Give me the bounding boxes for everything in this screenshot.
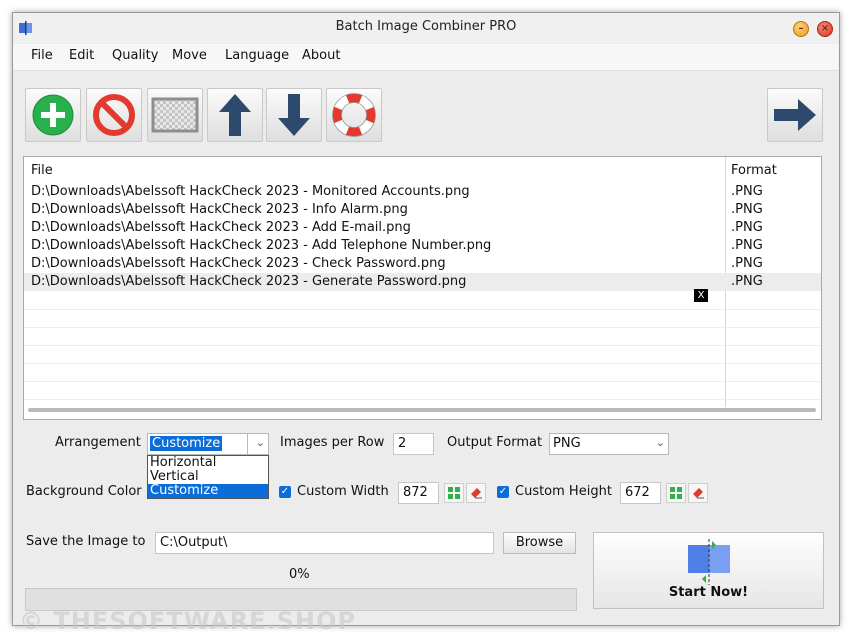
list-item[interactable]: D:\Downloads\Abelssoft HackCheck 2023 - … [24,219,821,237]
background-color-label: Background Color [26,484,142,499]
option-customize[interactable]: Customize [148,484,268,498]
start-button[interactable]: Start Now! [593,532,824,609]
next-button[interactable] [767,88,823,142]
output-format-label: Output Format [447,435,543,450]
file-list[interactable]: File Format D:\Downloads\Abelssoft HackC… [23,156,822,420]
remove-icon [93,94,135,136]
arrangement-value: Customize [150,436,223,451]
images-per-row-input[interactable]: 2 [393,433,434,455]
progress-percent: 0% [289,567,310,582]
custom-width-input[interactable]: 872 [398,482,439,504]
custom-height-checkbox[interactable]: ✓ [497,486,509,498]
row-gridline [24,327,821,328]
add-icon [32,94,74,136]
custom-width-value: 872 [403,485,428,500]
eraser-icon [471,488,482,499]
eraser-height-button[interactable] [688,483,708,503]
custom-width-checkbox[interactable]: ✓ [279,486,291,498]
file-format: .PNG [731,274,763,289]
column-header-file[interactable]: File [31,163,53,178]
help-button[interactable] [326,88,382,142]
images-per-row-label: Images per Row [280,435,385,450]
horizontal-scrollbar[interactable] [28,408,816,412]
add-button[interactable] [25,88,81,142]
menu-file[interactable]: File [31,48,53,63]
images-per-row-value: 2 [398,436,407,451]
file-path: D:\Downloads\Abelssoft HackCheck 2023 - … [31,202,408,217]
grid-icon [448,487,460,499]
title-bar: Batch Image Combiner PRO – × [13,13,839,43]
arrow-right-icon [774,99,816,131]
menu-bar: File Edit Quality Move Language About [13,44,839,71]
remove-button[interactable] [86,88,142,142]
grid-icon [670,487,682,499]
menu-move[interactable]: Move [172,48,207,63]
list-item[interactable]: D:\Downloads\Abelssoft HackCheck 2023 - … [24,255,821,273]
custom-height-label: Custom Height [515,484,612,499]
file-path: D:\Downloads\Abelssoft HackCheck 2023 - … [31,220,411,235]
eraser-icon [693,488,704,499]
grid-width-button[interactable] [444,483,464,503]
file-format: .PNG [731,238,763,253]
row-gridline [24,399,821,400]
lifebuoy-icon [332,93,376,137]
combine-icon [688,539,730,585]
custom-width-label: Custom Width [297,484,389,499]
save-path-value: C:\Output\ [160,535,228,550]
menu-edit[interactable]: Edit [69,48,94,63]
arrow-down-icon [278,94,310,136]
close-badge[interactable]: X [694,289,708,302]
eraser-width-button[interactable] [466,483,486,503]
custom-height-value: 672 [625,485,650,500]
file-format: .PNG [731,184,763,199]
window-title: Batch Image Combiner PRO [335,19,517,34]
custom-height-input[interactable]: 672 [620,482,661,504]
file-format: .PNG [731,220,763,235]
clear-icon [151,97,199,133]
chevron-down-icon: ⌄ [255,436,265,449]
file-path: D:\Downloads\Abelssoft HackCheck 2023 - … [31,274,467,289]
menu-quality[interactable]: Quality [112,48,158,63]
clear-button[interactable] [147,88,203,142]
close-button[interactable]: × [817,21,833,37]
grid-height-button[interactable] [666,483,686,503]
browse-button[interactable]: Browse [503,532,576,554]
app-window: Batch Image Combiner PRO – × File Edit Q… [12,12,840,635]
output-format-select[interactable]: PNG ⌄ [549,433,669,455]
option-vertical[interactable]: Vertical [148,470,268,484]
menu-about[interactable]: About [302,48,340,63]
output-format-value: PNG [553,436,581,451]
menu-language[interactable]: Language [225,48,289,63]
arrangement-select[interactable]: Customize ⌄ [147,433,269,455]
row-gridline [24,345,821,346]
row-gridline [24,381,821,382]
start-label: Start Now! [668,585,749,600]
file-format: .PNG [731,256,763,271]
file-path: D:\Downloads\Abelssoft HackCheck 2023 - … [31,256,446,271]
list-item[interactable]: D:\Downloads\Abelssoft HackCheck 2023 - … [24,201,821,219]
list-item[interactable]: D:\Downloads\Abelssoft HackCheck 2023 - … [24,183,821,201]
row-gridline [24,363,821,364]
row-gridline [24,309,821,310]
file-format: .PNG [731,202,763,217]
column-header-format[interactable]: Format [731,163,777,178]
watermark: © THESOFTWARE.SHOP [19,607,356,635]
save-label: Save the Image to [26,534,146,549]
arrangement-label: Arrangement [55,435,141,450]
arrangement-dropdown: Horizontal Vertical Customize [147,455,269,499]
arrow-up-icon [219,94,251,136]
minimize-button[interactable]: – [793,21,809,37]
chevron-down-icon: ⌄ [655,436,665,449]
list-item[interactable]: D:\Downloads\Abelssoft HackCheck 2023 - … [24,237,821,255]
file-path: D:\Downloads\Abelssoft HackCheck 2023 - … [31,184,470,199]
option-horizontal[interactable]: Horizontal [148,456,268,470]
move-up-button[interactable] [207,88,263,142]
file-path: D:\Downloads\Abelssoft HackCheck 2023 - … [31,238,492,253]
move-down-button[interactable] [266,88,322,142]
save-path-input[interactable]: C:\Output\ [155,532,494,554]
